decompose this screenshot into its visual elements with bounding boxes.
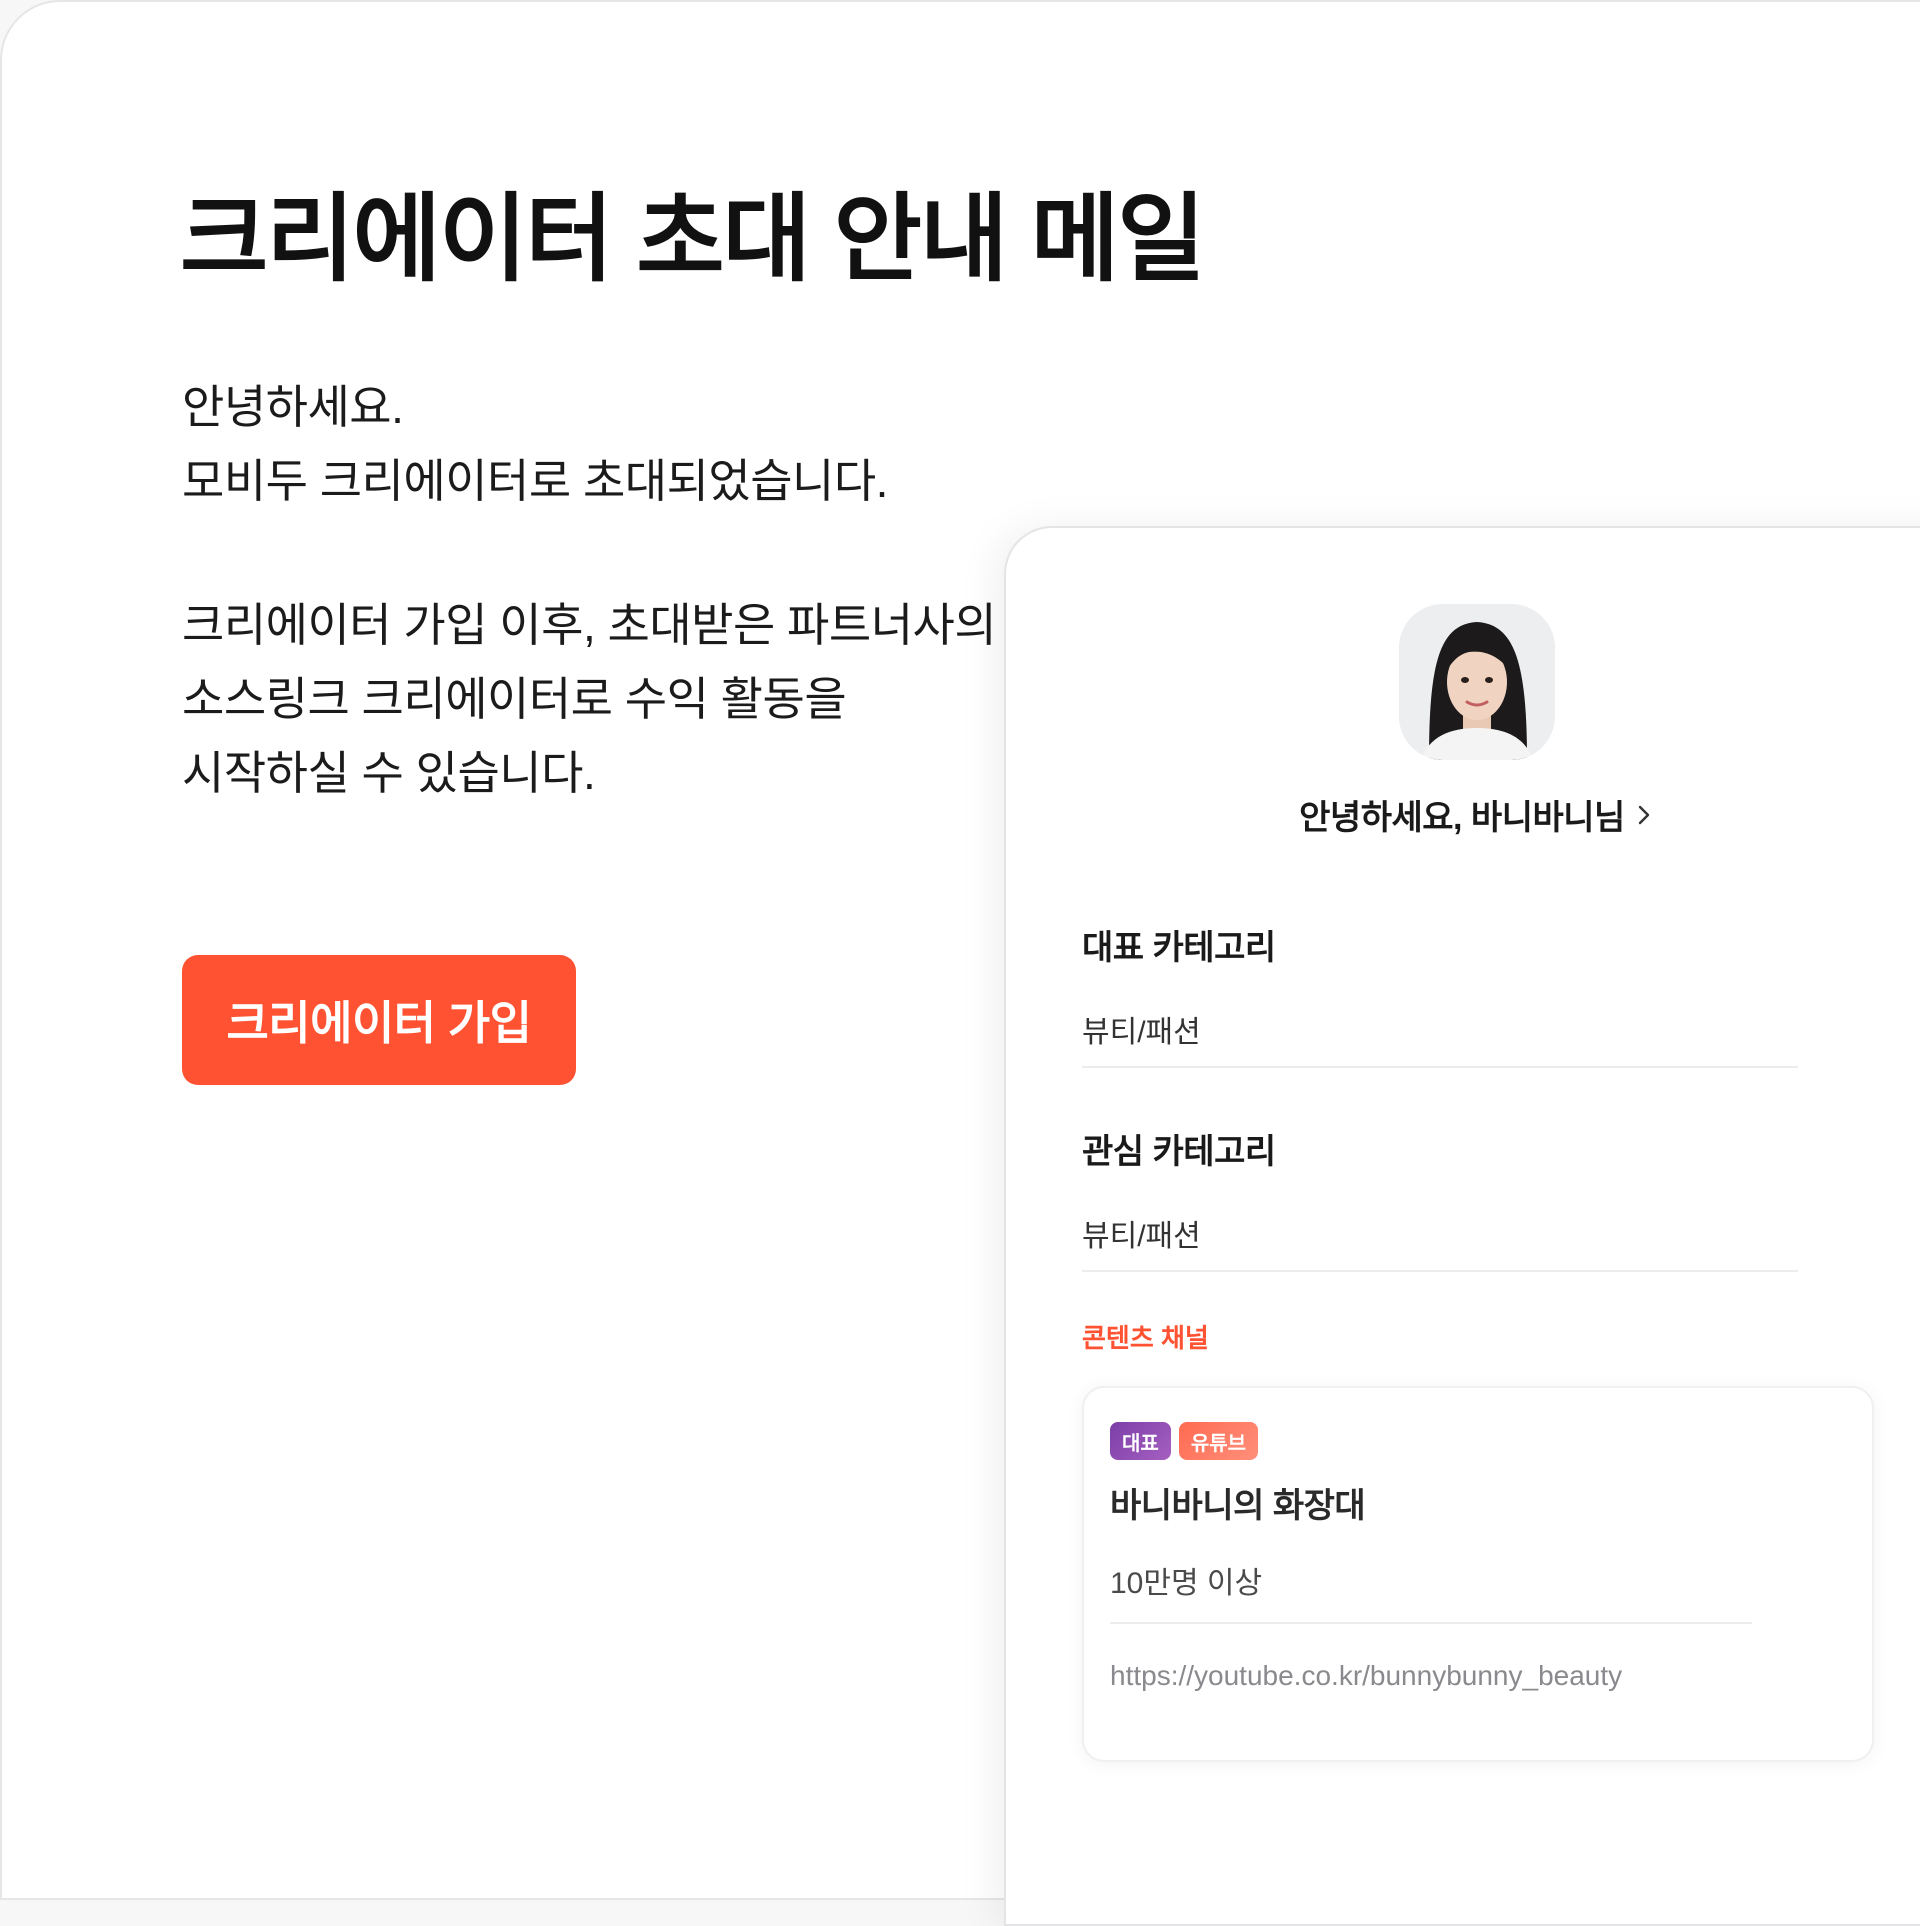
avatar-portrait-icon bbox=[1399, 604, 1555, 760]
description-line: 크리에이터 가입 이후, 초대받은 파트너사의 bbox=[182, 599, 997, 651]
main-badge: 대표 bbox=[1110, 1422, 1171, 1460]
channel-card[interactable]: 대표 유튜브 바니바니의 화장대 10만명 이상 https://youtube… bbox=[1082, 1386, 1874, 1762]
greeting-line: 모비두 크리에이터로 초대되었습니다. bbox=[182, 455, 888, 507]
main-category-value: 뷰티/패션 bbox=[1082, 1016, 1201, 1049]
channel-url-link[interactable]: https://youtube.co.kr/bunnybunny_beauty bbox=[1110, 1660, 1622, 1692]
interest-category-value: 뷰티/패션 bbox=[1082, 1220, 1201, 1253]
profile-greeting-text: 안녕하세요, 바니바니님 bbox=[1299, 799, 1625, 837]
interest-category-section: 관심 카테고리 뷰티/패션 bbox=[1082, 1124, 1798, 1255]
description-text: 크리에이터 가입 이후, 초대받은 파트너사의 소스링크 크리에이터로 수익 활… bbox=[182, 588, 997, 810]
profile-preview-card: 안녕하세요, 바니바니님 대표 카테고리 뷰티/패션 관심 카테고리 뷰티/패션… bbox=[1004, 526, 1920, 1926]
main-category-title: 대표 카테고리 bbox=[1082, 929, 1276, 967]
description-line: 소스링크 크리에이터로 수익 활동을 bbox=[182, 673, 847, 725]
section-divider bbox=[1082, 1066, 1798, 1068]
interest-category-title: 관심 카테고리 bbox=[1082, 1133, 1276, 1171]
creator-signup-button[interactable]: 크리에이터 가입 bbox=[182, 955, 576, 1085]
section-divider bbox=[1082, 1270, 1798, 1272]
youtube-badge: 유튜브 bbox=[1178, 1422, 1259, 1460]
channel-subscribers: 10만명 이상 bbox=[1110, 1567, 1263, 1600]
chevron-right-icon bbox=[1638, 805, 1650, 824]
content-channel-label: 콘텐츠 채널 bbox=[1082, 1323, 1209, 1353]
profile-avatar[interactable] bbox=[1399, 604, 1555, 760]
channel-divider bbox=[1110, 1622, 1752, 1624]
channel-name: 바니바니의 화장대 bbox=[1110, 1487, 1366, 1525]
page-title: 크리에이터 초대 안내 메일 bbox=[180, 186, 1206, 293]
email-frame: 크리에이터 초대 안내 메일 안녕하세요. 모비두 크리에이터로 초대되었습니다… bbox=[0, 0, 1920, 1926]
greeting-text: 안녕하세요. 모비두 크리에이터로 초대되었습니다. bbox=[182, 370, 888, 518]
profile-greeting-link[interactable]: 안녕하세요, 바니바니님 bbox=[1006, 790, 1920, 839]
channel-badges: 대표 유튜브 bbox=[1110, 1422, 1259, 1460]
main-category-section: 대표 카테고리 뷰티/패션 bbox=[1082, 920, 1798, 1051]
description-line: 시작하실 수 있습니다. bbox=[182, 747, 596, 799]
greeting-line: 안녕하세요. bbox=[182, 381, 404, 433]
